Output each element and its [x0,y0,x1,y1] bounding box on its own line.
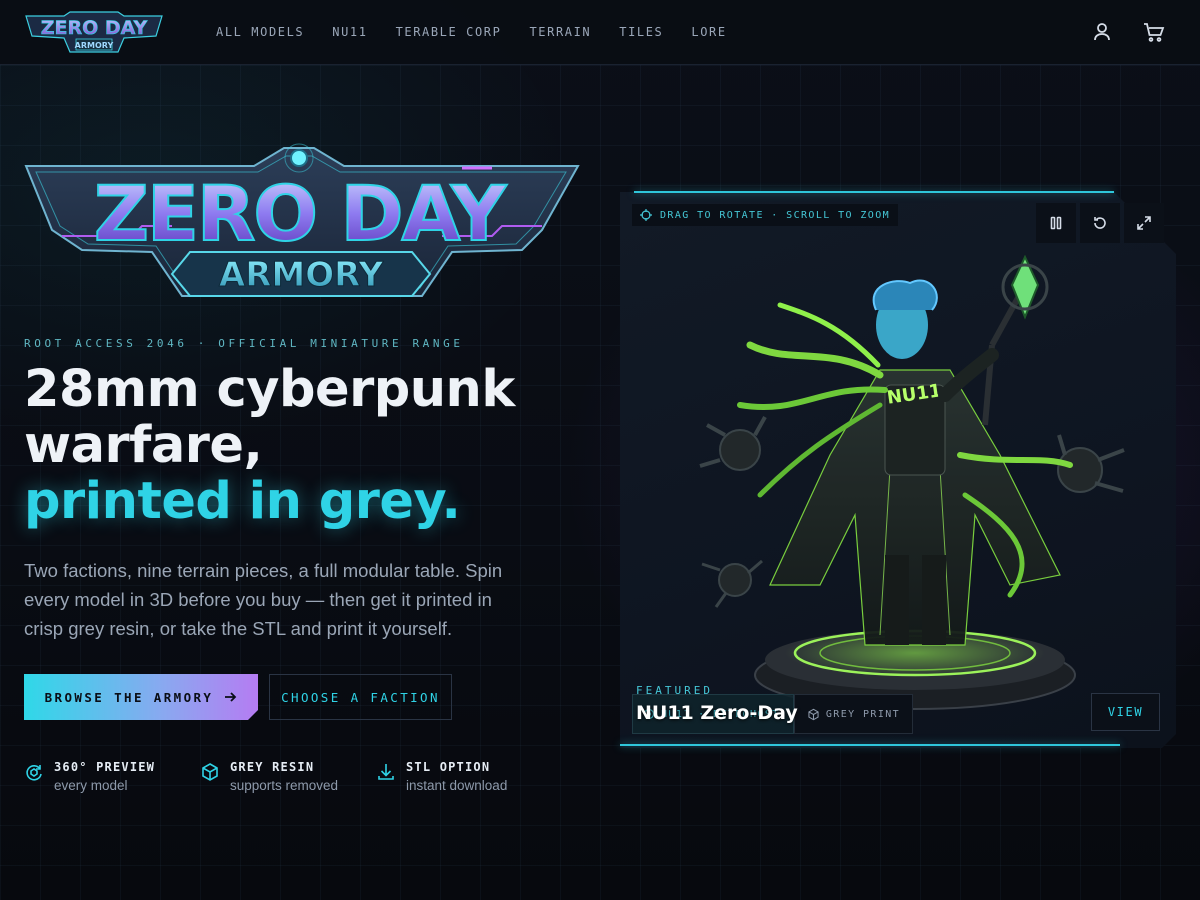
arrow-right-icon [223,690,237,704]
choose-faction-label: CHOOSE A FACTION [281,689,440,705]
featured-model-name: NU11 Zero-Day [636,702,798,724]
nav-item-tiles[interactable]: TILES [619,25,663,39]
choose-faction-button[interactable]: CHOOSE A FACTION [269,674,452,720]
headline-accent: printed in grey. [24,472,461,531]
featured-label: FEATURED [636,684,713,697]
move-icon [640,209,652,221]
svg-text:ARMORY: ARMORY [219,255,384,295]
viewer-accent-top [634,191,1114,193]
feature-stl-option: STL OPTION instant download [376,760,507,793]
material-chip-label: GREY PRINT [825,708,901,720]
feature-subtitle: every model [54,778,128,793]
viewer-hint: DRAG TO ROTATE · SCROLL TO ZOOM [632,204,899,226]
feature-subtitle: instant download [406,778,508,793]
site-header: ZERO DAY ARMORY ALL MODELS NU11 TERABLE … [0,0,1200,65]
headline-line-2: warfare, [24,416,263,475]
main-nav: ALL MODELS NU11 TERABLE CORP TERRAIN TIL… [216,0,727,64]
user-icon [1094,23,1110,41]
rotate-3d-icon [26,765,42,781]
material-chip: GREY PRINT [794,694,913,734]
account-button[interactable] [1090,20,1114,44]
featured-model-render[interactable]: NU11 [680,254,1150,715]
viewer-hint-text: DRAG TO ROTATE · SCROLL TO ZOOM [660,209,891,221]
browse-armory-button[interactable]: BROWSE THE ARMORY [24,674,258,720]
reset-icon [1094,217,1106,229]
feature-subtitle: supports removed [230,778,339,793]
download-icon [378,764,394,780]
feature-grey-resin: GREY RESIN supports removed [200,760,338,793]
headline-line-1: 28mm cyberpunk [24,360,515,419]
nav-item-lore[interactable]: LORE [691,25,726,39]
nav-item-all-models[interactable]: ALL MODELS [216,25,304,39]
feature-title: 360° PREVIEW [54,760,156,774]
fullscreen-button[interactable] [1124,203,1164,243]
expand-icon [1137,216,1151,230]
cart-button[interactable] [1142,20,1166,44]
view-model-label: VIEW [1107,705,1144,719]
feature-360-preview: 360° PREVIEW every model [24,760,155,793]
reset-view-button[interactable] [1080,203,1120,243]
svg-text:ZERO DAY: ZERO DAY [41,17,148,39]
hero-lead: Two factions, nine terrain pieces, a ful… [24,560,503,639]
svg-text:ARMORY: ARMORY [75,41,114,50]
feature-title: STL OPTION [406,760,491,774]
hero-logo: ZERO DAY ARMORY [22,140,582,310]
feature-title: GREY RESIN [230,760,315,774]
cube-icon [202,763,218,781]
nav-item-terable-corp[interactable]: TERABLE CORP [396,25,502,39]
svg-text:ZERO DAY: ZERO DAY [94,169,507,258]
pause-icon [1050,216,1062,230]
brand-logo[interactable]: ZERO DAY ARMORY [24,10,164,54]
hero-eyebrow: ROOT ACCESS 2046 · OFFICIAL MINIATURE RA… [24,337,464,350]
cart-icon [1144,23,1165,42]
browse-armory-label: BROWSE THE ARMORY [44,689,214,705]
nav-item-terrain[interactable]: TERRAIN [529,25,591,39]
viewer-accent-bottom [620,744,1120,746]
hero-headline: 28mm cyberpunk warfare, printed in grey. [24,362,584,530]
view-model-button[interactable]: VIEW [1091,693,1160,731]
cube-icon [808,708,819,720]
pause-rotation-button[interactable] [1036,203,1076,243]
nav-item-nu11[interactable]: NU11 [332,25,367,39]
